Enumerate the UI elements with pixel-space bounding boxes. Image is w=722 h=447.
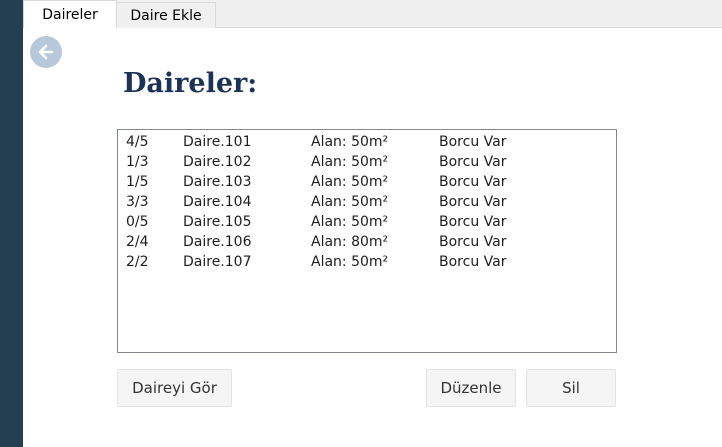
debt-status: Borcu Var <box>439 214 507 230</box>
apartment-area: Alan: 50m² <box>311 214 389 230</box>
list-item[interactable]: 3/3 Daire.104 Alan: 50m² Borcu Var <box>118 192 616 212</box>
back-button[interactable] <box>30 36 62 68</box>
occupancy-ratio: 2/4 <box>126 234 149 250</box>
view-apartment-button[interactable]: Daireyi Gör <box>117 369 232 407</box>
list-item[interactable]: 0/5 Daire.105 Alan: 50m² Borcu Var <box>118 212 616 232</box>
debt-status: Borcu Var <box>439 154 507 170</box>
occupancy-ratio: 1/5 <box>126 174 149 190</box>
list-item[interactable]: 4/5 Daire.101 Alan: 50m² Borcu Var <box>118 132 616 152</box>
list-item[interactable]: 1/5 Daire.103 Alan: 50m² Borcu Var <box>118 172 616 192</box>
tab-bar: Daireler Daire Ekle <box>23 0 722 28</box>
apartment-name: Daire.106 <box>183 234 252 250</box>
side-strip <box>0 0 23 447</box>
debt-status: Borcu Var <box>439 134 507 150</box>
page-title: Daireler: <box>123 68 258 99</box>
apartment-name: Daire.103 <box>183 174 252 190</box>
apartment-area: Alan: 50m² <box>311 254 389 270</box>
apartment-area: Alan: 50m² <box>311 174 389 190</box>
occupancy-ratio: 4/5 <box>126 134 149 150</box>
apartment-name: Daire.107 <box>183 254 252 270</box>
apartment-name: Daire.102 <box>183 154 252 170</box>
debt-status: Borcu Var <box>439 194 507 210</box>
debt-status: Borcu Var <box>439 234 507 250</box>
occupancy-ratio: 1/3 <box>126 154 149 170</box>
apartment-area: Alan: 50m² <box>311 134 389 150</box>
tab-daireler[interactable]: Daireler <box>23 0 117 28</box>
list-item[interactable]: 1/3 Daire.102 Alan: 50m² Borcu Var <box>118 152 616 172</box>
debt-status: Borcu Var <box>439 174 507 190</box>
arrow-left-icon <box>38 44 54 60</box>
occupancy-ratio: 3/3 <box>126 194 149 210</box>
apartment-name: Daire.105 <box>183 214 252 230</box>
delete-button[interactable]: Sil <box>526 369 616 407</box>
apartment-name: Daire.101 <box>183 134 252 150</box>
tab-daire-ekle[interactable]: Daire Ekle <box>117 2 216 28</box>
apartment-list[interactable]: 4/5 Daire.101 Alan: 50m² Borcu Var 1/3 Daire.… <box>117 129 617 353</box>
edit-button[interactable]: Düzenle <box>426 369 516 407</box>
apartment-area: Alan: 80m² <box>311 234 389 250</box>
debt-status: Borcu Var <box>439 254 507 270</box>
apartment-name: Daire.104 <box>183 194 252 210</box>
apartment-area: Alan: 50m² <box>311 154 389 170</box>
list-item[interactable]: 2/2 Daire.107 Alan: 50m² Borcu Var <box>118 252 616 272</box>
apartment-area: Alan: 50m² <box>311 194 389 210</box>
occupancy-ratio: 0/5 <box>126 214 149 230</box>
occupancy-ratio: 2/2 <box>126 254 149 270</box>
list-item[interactable]: 2/4 Daire.106 Alan: 80m² Borcu Var <box>118 232 616 252</box>
